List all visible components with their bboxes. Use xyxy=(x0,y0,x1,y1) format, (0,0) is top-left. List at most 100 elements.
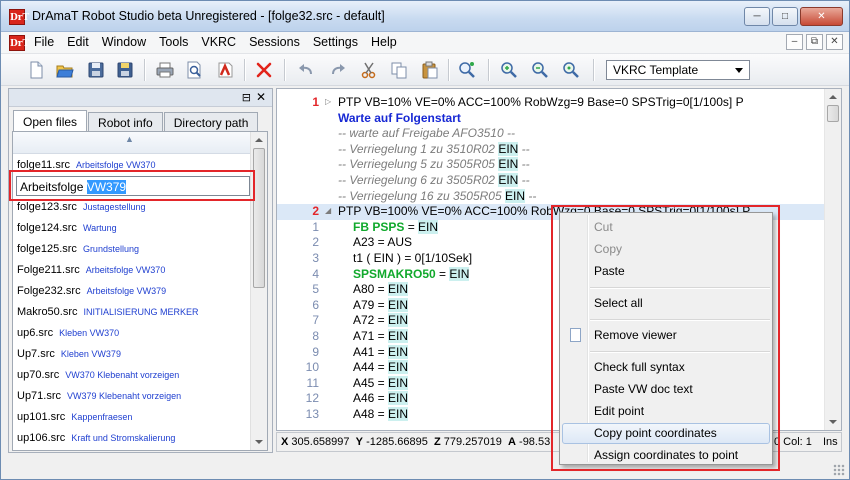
menu-tools[interactable]: Tools xyxy=(159,35,196,49)
pdf-export-icon[interactable] xyxy=(215,60,235,80)
code-line[interactable]: 1 ▷ PTP VB=10% VE=0% ACC=100% RobWzg=9 Bas… xyxy=(277,95,824,111)
mdi-restore-button[interactable]: ⧉ xyxy=(806,34,823,50)
panel-close-icon[interactable]: ✕ xyxy=(256,90,266,104)
save-all-icon[interactable] xyxy=(115,60,135,80)
code-text: A80 = EIN xyxy=(353,282,409,297)
print-icon[interactable] xyxy=(155,60,175,80)
copy-icon[interactable] xyxy=(389,60,409,80)
mdi-close-button[interactable]: ✕ xyxy=(826,34,843,50)
file-description: Wartung xyxy=(82,223,117,233)
code-text: t1 ( EIN ) = 0[1/10Sek] xyxy=(353,251,473,265)
menu-window[interactable]: Window xyxy=(102,35,154,49)
fold-toggle-icon[interactable]: ◢ xyxy=(325,206,331,215)
menu-sessions[interactable]: Sessions xyxy=(249,35,308,49)
list-item[interactable]: up70.src VW370 Klebenaht vorzeigen xyxy=(13,364,251,385)
code-line[interactable]: -- Verriegelung 5 zu 3505R05 EIN -- xyxy=(277,157,824,173)
scroll-thumb[interactable] xyxy=(827,105,839,122)
minimize-button[interactable]: ─ xyxy=(744,7,770,26)
new-file-icon[interactable] xyxy=(26,60,46,80)
file-description: Arbeitsfolge VW379 xyxy=(86,286,167,296)
tab-directory-path[interactable]: Directory path xyxy=(163,112,259,132)
close-button[interactable]: ✕ xyxy=(800,7,843,26)
scroll-down-arrow-icon[interactable] xyxy=(255,440,263,444)
delete-icon[interactable] xyxy=(254,60,274,80)
find-icon[interactable] xyxy=(457,60,477,80)
list-item[interactable]: Folge211.src Arbeitsfolge VW370 xyxy=(13,259,251,280)
scroll-up-arrow-icon[interactable] xyxy=(255,138,263,142)
app-logo-icon: DrT xyxy=(9,9,29,25)
ein-keyword: EIN xyxy=(388,329,409,343)
ein-keyword: EIN xyxy=(418,219,439,234)
document-system-menu-icon[interactable]: DrT xyxy=(9,35,29,51)
code-line[interactable]: -- warte auf Freigabe AFO3510 -- xyxy=(277,126,824,142)
save-icon[interactable] xyxy=(86,60,106,80)
cut-icon[interactable] xyxy=(359,60,379,80)
list-item[interactable]: Up71.src VW379 Klebenaht vorzeigen xyxy=(13,385,251,406)
ein-keyword: EIN xyxy=(388,313,409,328)
print-preview-icon[interactable] xyxy=(184,60,204,80)
template-select-value: VKRC Template xyxy=(613,63,699,77)
zoom-reset-icon[interactable] xyxy=(561,60,581,80)
list-item[interactable]: Up7.src Kleben VW379 xyxy=(13,343,251,364)
code-line[interactable]: -- Verriegelung 6 zu 3505R02 EIN -- xyxy=(277,173,824,189)
menu-settings[interactable]: Settings xyxy=(313,35,366,49)
code-text: FB PSPS = EIN xyxy=(353,219,439,234)
list-item[interactable]: up6.src Kleben VW370 xyxy=(13,322,251,343)
line-number: 11 xyxy=(306,375,319,390)
menu-vkrc[interactable]: VKRC xyxy=(201,35,244,49)
line-number: 12 xyxy=(305,391,319,406)
file-name: folge123.src xyxy=(17,201,77,213)
ein-keyword: EIN xyxy=(505,188,526,203)
undo-icon[interactable] xyxy=(296,60,316,80)
editor-scrollbar[interactable] xyxy=(824,89,841,430)
scroll-down-arrow-icon[interactable] xyxy=(829,420,837,424)
scroll-up-arrow-icon[interactable] xyxy=(829,95,837,99)
mdi-minimize-button[interactable]: – xyxy=(786,34,803,50)
coordinate-readout: X 305.658997 Y -1285.66895 Z 779.257019 … xyxy=(281,436,551,448)
code-text: A71 = EIN xyxy=(353,329,409,343)
template-select[interactable]: VKRC Template xyxy=(606,60,750,80)
code-text: A79 = EIN xyxy=(353,297,409,312)
rename-highlight-box xyxy=(9,170,255,201)
maximize-button[interactable]: □ xyxy=(772,7,798,26)
code-line[interactable]: -- Verriegelung 16 zu 3505R05 EIN -- xyxy=(277,188,824,205)
menu-edit[interactable]: Edit xyxy=(67,35,97,49)
resize-grip-icon[interactable] xyxy=(833,464,845,476)
open-file-icon[interactable] xyxy=(55,60,75,80)
ein-keyword: EIN xyxy=(388,407,409,421)
file-name: Up71.src xyxy=(17,390,62,402)
line-number: 9 xyxy=(312,344,319,359)
code-line[interactable]: -- Verriegelung 1 zu 3510R02 EIN -- xyxy=(277,141,824,158)
code-text: A45 = EIN xyxy=(353,375,409,390)
menu-help[interactable]: Help xyxy=(371,35,405,49)
list-item[interactable]: up101.src Kappenfraesen xyxy=(13,406,251,427)
pin-icon[interactable]: ⊟ xyxy=(242,91,251,104)
code-line[interactable]: Warte auf Folgenstart xyxy=(277,111,824,127)
tab-open-files[interactable]: Open files xyxy=(13,110,88,132)
list-item[interactable]: Makro50.src INITIALISIERUNG MERKER xyxy=(13,301,251,322)
zoom-out-icon[interactable] xyxy=(530,60,550,80)
file-description: Kleben VW370 xyxy=(59,328,120,338)
line-number: 7 xyxy=(312,313,319,328)
paste-icon[interactable] xyxy=(420,60,440,80)
list-item[interactable]: Folge232.src Arbeitsfolge VW379 xyxy=(13,280,251,301)
scroll-thumb[interactable] xyxy=(253,148,265,288)
title-bar[interactable]: DrT DrAmaT Robot Studio beta Unregistere… xyxy=(1,1,849,32)
list-item[interactable]: up106.src Kraft und Stromskalierung xyxy=(13,427,251,448)
fold-toggle-icon[interactable]: ▷ xyxy=(325,97,331,106)
tab-robot-info[interactable]: Robot info xyxy=(88,112,163,132)
file-name: Folge211.src xyxy=(17,264,80,276)
ein-keyword: EIN xyxy=(388,391,409,406)
file-description: Arbeitsfolge VW370 xyxy=(76,160,156,170)
redo-icon[interactable] xyxy=(328,60,348,80)
zoom-in-icon[interactable] xyxy=(499,60,519,80)
list-item[interactable]: folge125.src Grundstellung xyxy=(13,238,251,259)
menu-file[interactable]: File xyxy=(34,35,62,49)
list-item[interactable]: folge124.src Wartung xyxy=(13,217,251,238)
file-description: Kleben VW379 xyxy=(60,349,121,359)
line-number: 1 xyxy=(312,219,319,234)
file-description: Justagestellung xyxy=(82,202,146,212)
code-text: -- Verriegelung 16 zu 3505R05 EIN -- xyxy=(338,188,537,203)
list-header[interactable]: ▲ xyxy=(13,132,251,154)
code-text: A44 = EIN xyxy=(353,360,409,375)
